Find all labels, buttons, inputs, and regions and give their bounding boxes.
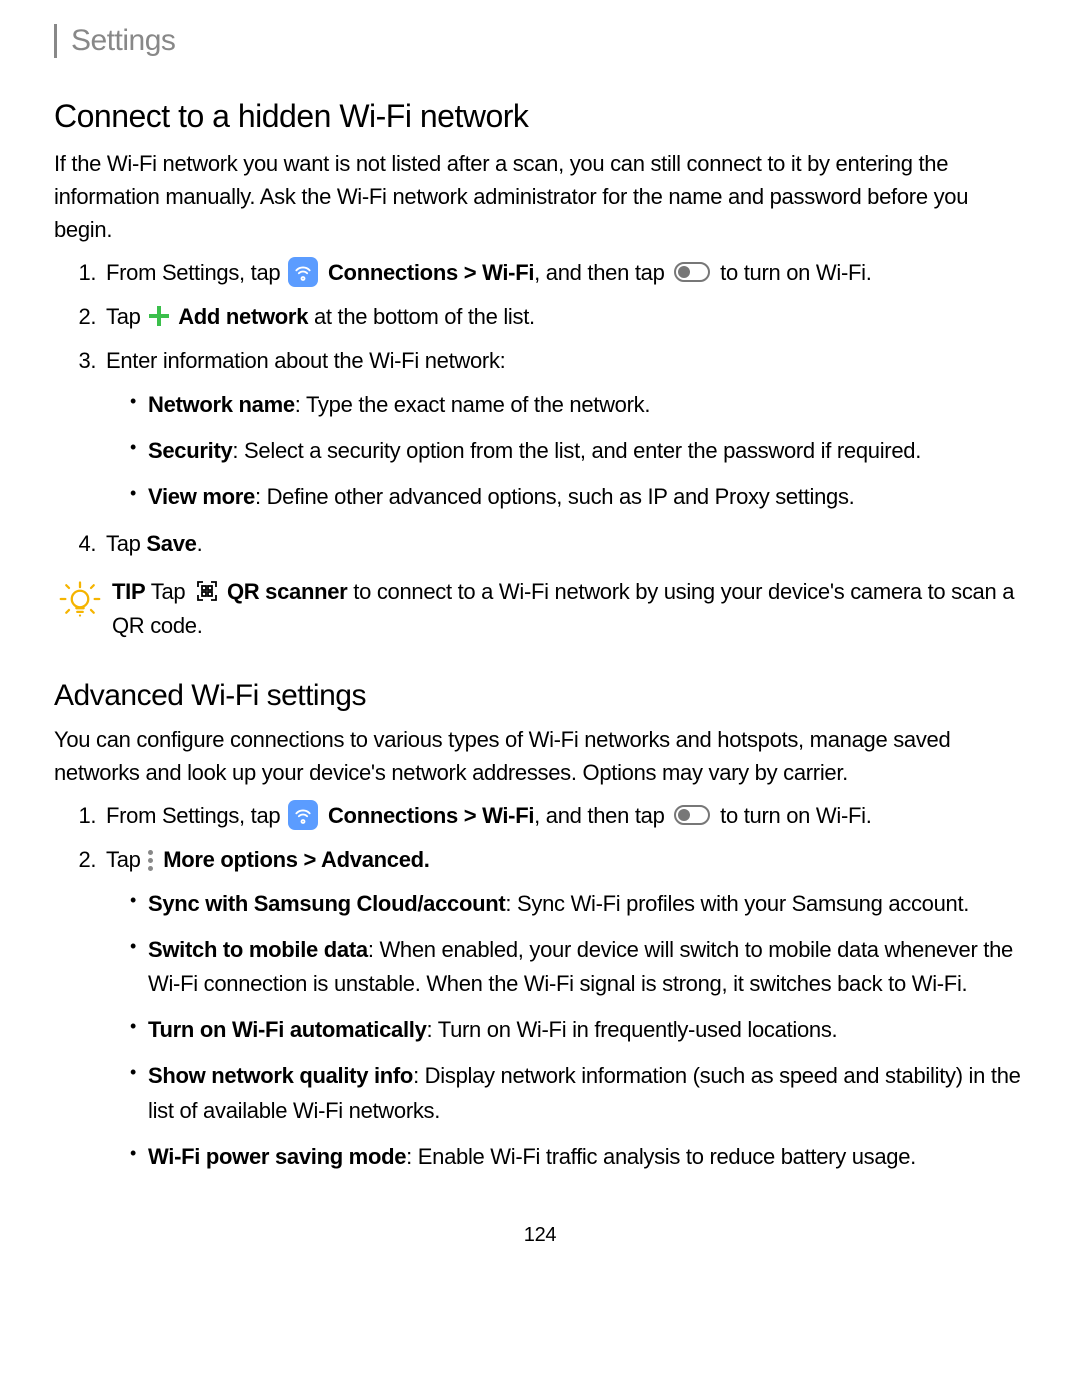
plus-icon [148, 305, 170, 327]
bullet-switch-mobile: Switch to mobile data: When enabled, you… [130, 933, 1026, 1001]
bullet-sync: Sync with Samsung Cloud/account: Sync Wi… [130, 887, 1026, 921]
bullet-power-saving: Wi-Fi power saving mode: Enable Wi-Fi tr… [130, 1140, 1026, 1174]
page-header: Settings [54, 24, 1026, 58]
more-options-icon [148, 850, 153, 871]
step-2: Tap Add network at the bottom of the lis… [102, 300, 1026, 334]
toggle-off-icon [674, 805, 710, 825]
toggle-off-icon [674, 262, 710, 282]
wifi-icon [288, 800, 318, 830]
bullet-auto-wifi: Turn on Wi-Fi automatically: Turn on Wi-… [130, 1013, 1026, 1047]
advanced-steps: From Settings, tap Connections > Wi-Fi, … [54, 799, 1026, 1174]
section-intro: If the Wi-Fi network you want is not lis… [54, 147, 1026, 246]
adv-step-1: From Settings, tap Connections > Wi-Fi, … [102, 799, 1026, 833]
adv-step-2: Tap More options > Advanced. Sync with S… [102, 843, 1026, 1174]
wifi-icon [288, 257, 318, 287]
step-4: Tap Save. [102, 527, 1026, 561]
qr-icon [195, 579, 219, 603]
tip-text: TIP Tap QR scanner to connect to a Wi-Fi… [112, 575, 1026, 643]
bullet-quality: Show network quality info: Display netwo… [130, 1059, 1026, 1127]
tip-block: TIP Tap QR scanner to connect to a Wi-Fi… [58, 575, 1026, 643]
bullet-security: Security: Select a security option from … [130, 434, 1026, 468]
bullet-network-name: Network name: Type the exact name of the… [130, 388, 1026, 422]
advanced-bullets: Sync with Samsung Cloud/account: Sync Wi… [106, 887, 1026, 1174]
bullet-view-more: View more: Define other advanced options… [130, 480, 1026, 514]
network-info-bullets: Network name: Type the exact name of the… [106, 388, 1026, 514]
page-header-title: Settings [71, 24, 175, 57]
hidden-network-steps: From Settings, tap Connections > Wi-Fi, … [54, 256, 1026, 561]
page-number: 124 [54, 1224, 1026, 1247]
section-heading-hidden-network: Connect to a hidden Wi-Fi network [54, 98, 1026, 135]
lightbulb-icon [58, 577, 102, 621]
step-3: Enter information about the Wi-Fi networ… [102, 344, 1026, 514]
section-heading-advanced: Advanced Wi-Fi settings [54, 679, 1026, 713]
section2-intro: You can configure connections to various… [54, 723, 1026, 789]
step-1: From Settings, tap Connections > Wi-Fi, … [102, 256, 1026, 290]
